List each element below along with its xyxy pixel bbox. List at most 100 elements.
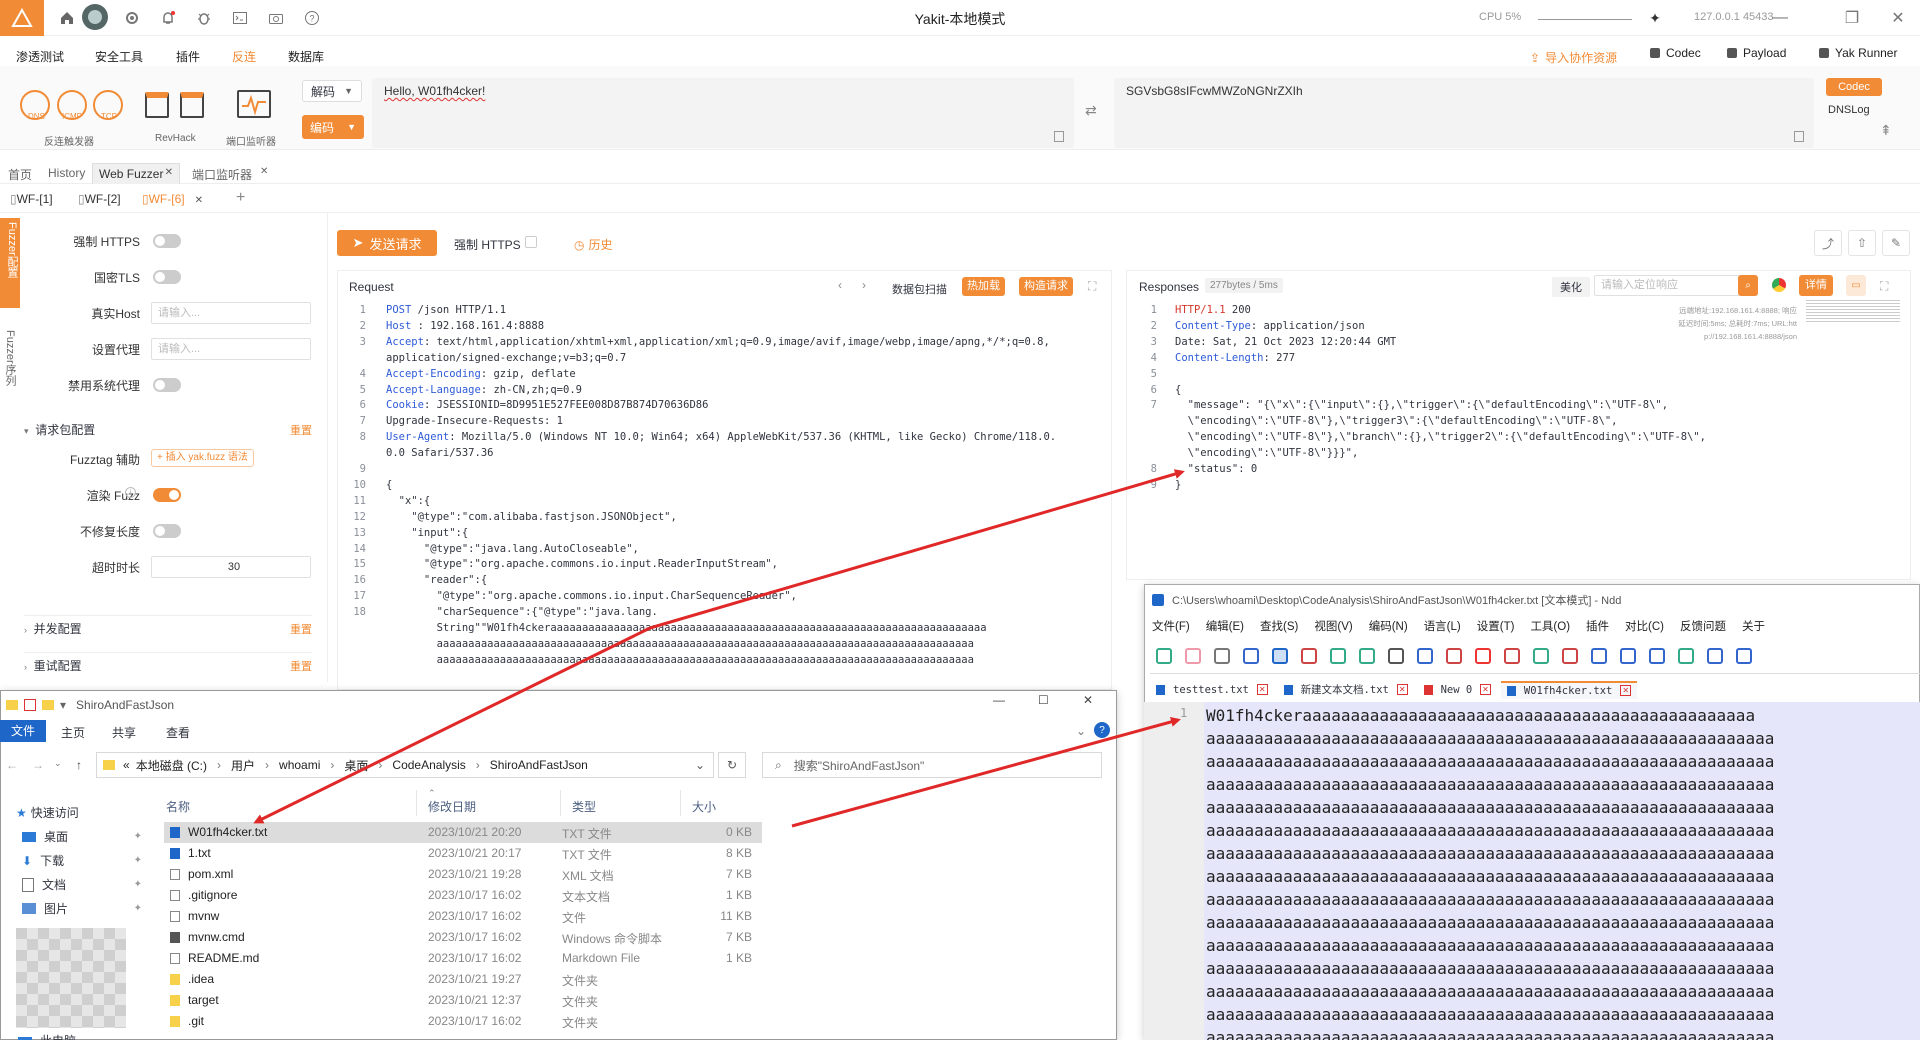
close-icon[interactable]: ✕ (1620, 685, 1632, 696)
path-segment-whoami[interactable]: whoami (279, 758, 320, 772)
notepad-tab-new-text[interactable]: 新建文本文档.txt ✕ (1278, 680, 1414, 699)
copy-icon[interactable] (1417, 648, 1433, 664)
cut-icon[interactable] (1388, 648, 1404, 664)
wf-tab-6[interactable]: ▯WF-[6] ✕ (142, 192, 203, 206)
notepad-menu-tools[interactable]: 工具(O) (1530, 618, 1570, 634)
collapse-icon[interactable]: ⇞ (1880, 122, 1892, 139)
file-row[interactable]: mvnw 2023/10/17 16:02 文件 11 KB (164, 906, 762, 927)
revhack-icon-a[interactable] (145, 92, 169, 118)
real-host-input[interactable]: 请输入... (151, 302, 311, 324)
file-row[interactable]: pom.xml 2023/10/21 19:28 XML 文档 7 KB (164, 864, 762, 885)
notepad-menu-language[interactable]: 语言(L) (1424, 618, 1461, 634)
back-icon[interactable] (1707, 648, 1723, 664)
notepad-tab-new0[interactable]: New 0 ✕ (1418, 682, 1497, 698)
explorer-search-box[interactable]: ⌕ 搜索"ShiroAndFastJson" (762, 752, 1102, 778)
response-search-input[interactable]: 请输入定位响应 (1594, 275, 1740, 296)
hot-load-button[interactable]: 热加载 (962, 277, 1005, 296)
nav-downloads[interactable]: ⬇ 下载 ✦ (22, 852, 142, 869)
notepad-menu-encoding[interactable]: 编码(N) (1369, 618, 1408, 634)
column-type[interactable]: 类型 (572, 798, 596, 815)
retry-config-header[interactable]: › 重试配置 重置 (24, 652, 312, 674)
details-button[interactable]: 详情 (1799, 275, 1833, 296)
help-icon[interactable]: ? (1094, 722, 1110, 738)
chevron-down-icon[interactable]: ⌄ (1076, 724, 1086, 738)
pilcrow-icon[interactable] (1620, 648, 1636, 664)
redo-icon[interactable] (1359, 648, 1375, 664)
codec-shortcut[interactable]: Codec (1650, 46, 1701, 60)
wf-tab-2[interactable]: ▯WF-[2] (78, 192, 121, 206)
notepad-tab-testtest[interactable]: testtest.txt ✕ (1150, 682, 1274, 698)
up-icon[interactable]: ↑ (76, 758, 82, 772)
chevron-down-icon[interactable]: ⌄ (54, 758, 62, 769)
nav-documents[interactable]: 文档 ✦ (22, 876, 142, 893)
path-segment-desktop[interactable]: 桌面 (344, 757, 368, 774)
ribbon-file-tab[interactable]: 文件 (0, 720, 46, 742)
decode-select[interactable]: 解码 ▼ (302, 80, 362, 102)
file-row[interactable]: .git 2023/10/17 16:02 文件夹 (164, 1011, 762, 1032)
paste-icon[interactable] (1446, 648, 1462, 664)
reset-link[interactable]: 重置 (290, 422, 312, 438)
file-row[interactable]: W01fh4cker.txt 2023/10/21 20:20 TXT 文件 0 KB (164, 822, 762, 843)
back-icon[interactable]: ← (6, 758, 18, 772)
refresh-icon[interactable]: ↻ (718, 752, 746, 778)
no-fix-length-toggle[interactable] (153, 524, 181, 538)
fuzzer-seq-vtab[interactable]: Fuzzer序列 (4, 330, 18, 386)
chevron-left-icon[interactable]: ‹ (838, 278, 842, 292)
tab-history[interactable]: History (48, 166, 85, 180)
address-bar[interactable]: « 本地磁盘 (C:) › 用户 › whoami › 桌面 › CodeAnalysi… (96, 752, 714, 778)
column-name[interactable]: 名称 (166, 798, 190, 815)
disable-sys-proxy-toggle[interactable] (153, 378, 181, 392)
export-icon[interactable]: ⇧ (1848, 230, 1876, 256)
copy-icon[interactable] (1794, 131, 1804, 142)
close-icon[interactable]: ✕ (1480, 684, 1491, 695)
ribbon-view-tab[interactable]: 查看 (166, 724, 190, 741)
new-file-icon[interactable] (1156, 648, 1172, 664)
menu-item-reverse[interactable]: 反连 (232, 48, 256, 65)
open-file-icon[interactable] (1185, 648, 1201, 664)
copy-icon[interactable] (1054, 131, 1064, 142)
close-icon[interactable]: ✕ (1256, 684, 1268, 695)
path-segment-codeanalysis[interactable]: CodeAnalysis (392, 758, 465, 772)
history-link[interactable]: ◷ 历史 (574, 236, 613, 253)
notepad-editor[interactable]: 1 W01fh4ckeraaaaaaaaaaaaaaaaaaaaaaaaaaaa… (1144, 702, 1920, 1040)
codec-tab[interactable]: Codec (1826, 78, 1882, 96)
engine-status-icon[interactable]: ✦ (1645, 8, 1665, 28)
swap-icon[interactable]: ⇄ (1085, 102, 1097, 119)
insert-yakfuzz-button[interactable]: + 插入 yak.fuzz 语法 (151, 449, 254, 467)
browser-icon[interactable] (1772, 278, 1786, 292)
construct-request-button[interactable]: 构造请求 (1019, 277, 1073, 296)
fullscreen-icon[interactable]: ⛶ (1088, 279, 1096, 294)
path-segment-c[interactable]: 本地磁盘 (C:) (136, 757, 207, 774)
notepad-menu-plugins[interactable]: 插件 (1586, 618, 1609, 634)
gm-tls-toggle[interactable] (153, 270, 181, 284)
close-icon[interactable]: ✕ (195, 195, 203, 206)
file-row[interactable]: target 2023/10/21 12:37 文件夹 (164, 990, 762, 1011)
lock-icon[interactable] (1272, 648, 1288, 664)
close-icon[interactable]: ✕ (1886, 6, 1910, 30)
encode-button[interactable]: 编码 ▼ (302, 115, 364, 139)
request-pkg-config-header[interactable]: ▾ 请求包配置 重置 (24, 421, 312, 438)
beautify-button[interactable]: 美化 (1552, 277, 1590, 297)
import-resources-link[interactable]: ⇪ 导入协作资源 (1530, 49, 1617, 66)
reset-link[interactable]: 重置 (290, 658, 312, 674)
send-request-button[interactable]: ➤ 发送请求 (337, 230, 437, 256)
minimize-icon[interactable]: — (993, 693, 1005, 707)
concurrency-config-header[interactable]: › 并发配置 重置 (24, 615, 312, 637)
yak-runner-shortcut[interactable]: Yak Runner (1819, 46, 1897, 60)
tab-home[interactable]: 首页 (8, 166, 32, 183)
close-icon[interactable]: ✕ (1396, 684, 1408, 695)
notepad-menu-file[interactable]: 文件(F) (1152, 618, 1190, 634)
force-https-toggle[interactable] (153, 234, 181, 248)
notepad-tab-w01fh4cker[interactable]: W01fh4cker.txt ✕ (1500, 680, 1638, 699)
wrap-icon[interactable] (1591, 648, 1607, 664)
chevron-right-icon[interactable]: › (862, 278, 866, 292)
zoom-in-icon[interactable] (1533, 648, 1549, 664)
force-https-checkbox[interactable] (525, 236, 537, 248)
file-row[interactable]: .gitignore 2023/10/17 16:02 文本文档 1 KB (164, 885, 762, 906)
menu-item-plugins[interactable]: 插件 (176, 48, 200, 65)
proxy-input[interactable]: 请输入... (151, 338, 311, 360)
nav-pictures[interactable]: 图片 ✦ (22, 900, 142, 917)
ribbon-home-tab[interactable]: 主页 (61, 724, 85, 741)
tab-port-listener[interactable]: 端口监听器 (192, 166, 252, 183)
file-row[interactable]: mvnw.cmd 2023/10/17 16:02 Windows 命令脚本 7 KB (164, 927, 762, 948)
